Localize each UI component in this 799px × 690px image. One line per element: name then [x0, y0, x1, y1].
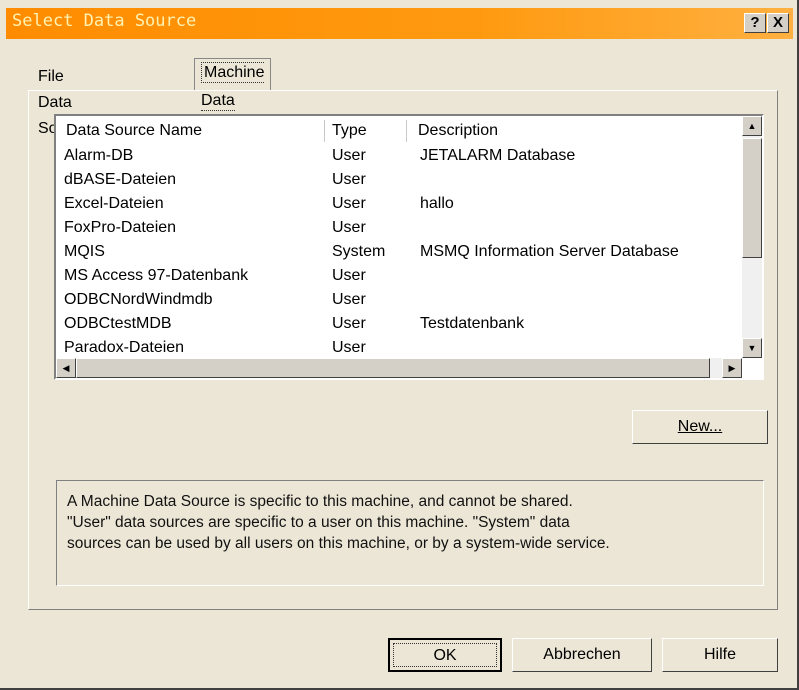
list-item[interactable]: MS Access 97-Datenbank User [56, 264, 742, 288]
row-name: ODBCNordWindmdb [64, 291, 213, 308]
window-title: Select Data Source [12, 11, 197, 31]
row-name: MS Access 97-Datenbank [64, 267, 249, 284]
row-name: dBASE-Dateien [64, 171, 177, 188]
info-line-1: A Machine Data Source is specific to thi… [67, 493, 573, 510]
info-box: A Machine Data Source is specific to thi… [56, 480, 764, 586]
new-button-label: New... [677, 418, 723, 435]
row-type: User [332, 315, 366, 332]
tab-file-data-source[interactable]: File Data Source [38, 64, 89, 137]
column-header-description[interactable]: Description [406, 120, 758, 142]
row-type: User [332, 291, 366, 308]
row-type: User [332, 195, 366, 212]
vertical-scroll-thumb[interactable] [742, 138, 762, 258]
list-item[interactable]: Excel-Dateien User hallo [56, 192, 742, 216]
scroll-left-icon[interactable]: ◀ [56, 358, 76, 378]
list-item[interactable]: Alarm-DB User JETALARM Database [56, 144, 742, 168]
scroll-down-icon[interactable]: ▼ [742, 338, 762, 358]
row-name: ODBCtestMDB [64, 315, 172, 332]
list-item[interactable]: Paradox-Dateien User [56, 336, 742, 360]
list-header: Data Source Name Type Description [56, 120, 742, 142]
row-type: User [332, 171, 366, 188]
new-button[interactable]: New... [632, 410, 768, 444]
info-line-3: sources can be used by all users on this… [67, 535, 610, 552]
cancel-button[interactable]: Abbrechen [512, 638, 652, 672]
help-button[interactable]: Hilfe [662, 638, 778, 672]
row-name: Excel-Dateien [64, 195, 164, 212]
info-line-2: "User" data sources are specific to a us… [67, 514, 570, 531]
help-icon[interactable]: ? [744, 13, 766, 33]
row-name: MQIS [64, 243, 105, 260]
title-bar[interactable]: Select Data Source ? X [6, 8, 793, 39]
row-description: Testdatenbank [420, 315, 525, 332]
row-description: MSMQ Information Server Database [420, 243, 679, 260]
tab-machine-data-source[interactable]: Machine Data Source [194, 58, 272, 139]
column-header-name[interactable]: Data Source Name [56, 120, 325, 142]
row-type: User [332, 219, 366, 236]
list-item[interactable]: ODBCNordWindmdb User [56, 288, 742, 312]
row-type: User [332, 147, 366, 164]
list-item[interactable]: ODBCtestMDB User Testdatenbank [56, 312, 742, 336]
row-name: Alarm-DB [64, 147, 134, 164]
row-name: FoxPro-Dateien [64, 219, 177, 236]
ok-button[interactable]: OK [388, 638, 502, 672]
row-name: Paradox-Dateien [64, 339, 185, 356]
select-data-source-dialog: Select Data Source ? X File Data Source … [0, 0, 799, 690]
vertical-scrollbar[interactable]: ▲ ▼ [742, 116, 762, 358]
list-rows: Alarm-DB User JETALARM Database dBASE-Date… [56, 144, 742, 360]
horizontal-scrollbar[interactable]: ◀ ▶ [56, 358, 742, 378]
list-item[interactable]: dBASE-Dateien User [56, 168, 742, 192]
row-type: System [332, 243, 386, 260]
row-description: hallo [420, 195, 454, 212]
list-item[interactable]: MQIS System MSMQ Information Server Databa… [56, 240, 742, 264]
list-item[interactable]: FoxPro-Dateien User [56, 216, 742, 240]
close-icon[interactable]: X [767, 13, 789, 33]
row-type: User [332, 339, 366, 356]
scroll-up-icon[interactable]: ▲ [742, 116, 762, 136]
horizontal-scroll-thumb[interactable] [76, 358, 710, 378]
column-header-type[interactable]: Type [324, 120, 407, 142]
row-description: JETALARM Database [420, 147, 576, 164]
data-source-list[interactable]: Data Source Name Type Description Alarm-… [54, 114, 764, 380]
scroll-right-icon[interactable]: ▶ [722, 358, 742, 378]
row-type: User [332, 267, 366, 284]
